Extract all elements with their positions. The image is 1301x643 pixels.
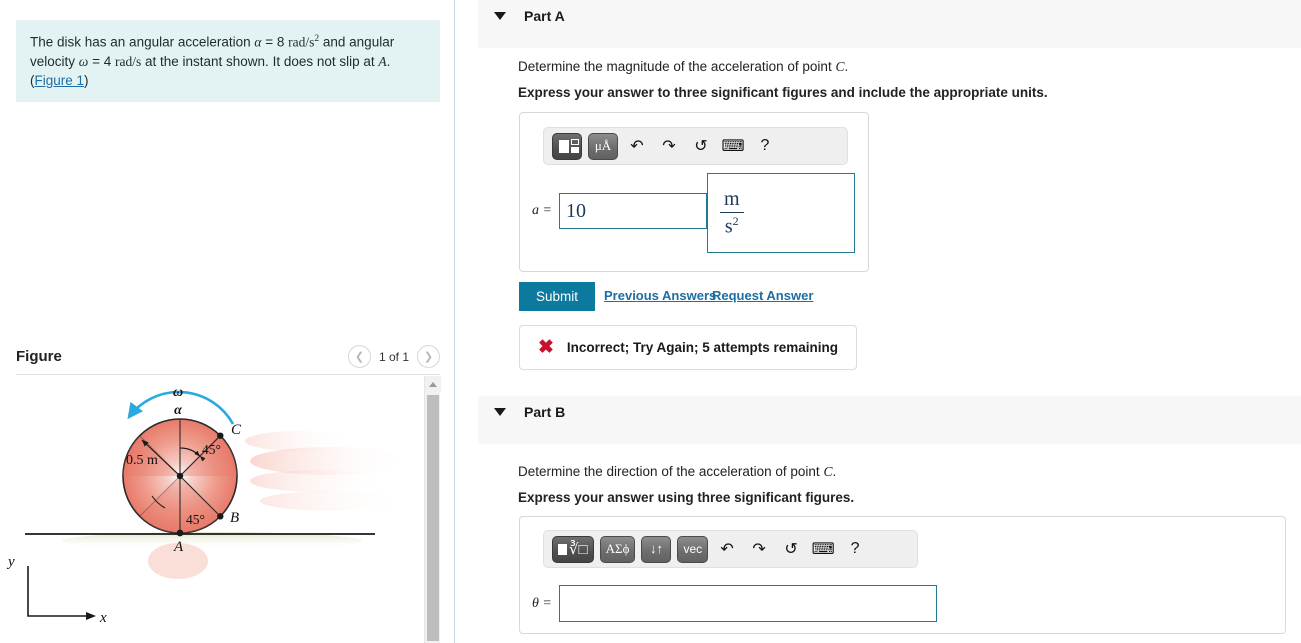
part-b-answer-input[interactable] [558, 585, 937, 622]
scrollbar-thumb[interactable] [427, 395, 439, 641]
alpha-unit: rad/s [288, 34, 315, 50]
alpha-label: α [174, 403, 182, 418]
unit-numerator: m [724, 187, 740, 210]
axis-lines [27, 566, 90, 617]
part-b-answer-row: θ = [532, 585, 937, 622]
part-a-instruction: Express your answer to three significant… [518, 85, 1048, 100]
feedback-message: Incorrect; Try Again; 5 attempts remaini… [566, 340, 838, 355]
axis-x-label: x [99, 610, 107, 626]
point-b-dot [217, 513, 224, 520]
part-a-answer-widget: μÅ ↶ ↷ ↺ ⌨ ? a = m s2 [519, 112, 869, 272]
main-panel: Part A Determine the magnitude of the ac… [456, 0, 1301, 643]
part-a-submit-button[interactable]: Submit [519, 282, 596, 311]
part-a-answer-input[interactable] [558, 193, 707, 229]
part-a-request-answer-link[interactable]: Request Answer [712, 288, 813, 303]
redo-icon[interactable]: ↷ [656, 134, 682, 159]
figure-link-close-paren: ) [84, 72, 89, 88]
fraction-bar [720, 211, 744, 213]
problem-text-4: . [386, 53, 391, 69]
arrows-button[interactable]: ↓↑ [641, 535, 672, 563]
scroll-up-arrow-icon[interactable] [425, 376, 441, 393]
part-a-answer-row: a = [532, 193, 707, 229]
caret-down-icon[interactable] [494, 12, 506, 20]
part-a-question-text: Determine the magnitude of the accelerat… [518, 59, 836, 74]
part-a-question: Determine the magnitude of the accelerat… [518, 59, 848, 75]
alpha-equals: = 8 [261, 34, 289, 50]
part-b-header[interactable]: Part B [478, 396, 1301, 444]
angle-bottom-label: 45° [186, 512, 205, 527]
figure-page-label: 1 of 1 [378, 349, 409, 364]
part-a-variable-label: a = [532, 203, 552, 218]
axis-y-label: y [6, 554, 15, 570]
problem-statement-box: The disk has an angular acceleration α =… [16, 20, 440, 102]
vector-button[interactable]: vec [677, 535, 709, 563]
part-b-toolbar: ∛□ ΑΣϕ ↓↑ vec ↶ ↷ ↺ ⌨ ? [543, 530, 918, 568]
units-button[interactable]: μÅ [588, 132, 618, 160]
figure-prev-button[interactable]: ❮ [347, 345, 371, 368]
radius-label: 0.5 m [126, 453, 158, 468]
unit-fraction: m s2 [720, 187, 744, 238]
sqrt-template-button[interactable]: ∛□ [552, 535, 594, 563]
omega-symbol: ω [78, 53, 89, 69]
part-b-label: Part B [524, 404, 566, 420]
reset-icon[interactable]: ↺ [688, 134, 714, 159]
figure-title: Figure [16, 348, 62, 365]
part-b-variable-label: θ = [532, 595, 552, 611]
disk-diagram: ω α 0.5 m 45° 45° C B A y x [6, 385, 410, 626]
part-b-question-period: . [832, 464, 837, 479]
keyboard-icon[interactable]: ⌨ [810, 537, 836, 562]
angle-top-label: 45° [202, 442, 221, 457]
redo-icon[interactable]: ↷ [746, 537, 772, 562]
keyboard-icon[interactable]: ⌨ [720, 134, 746, 159]
part-b-question: Determine the direction of the accelerat… [518, 464, 836, 480]
part-a-unit-box[interactable]: m s2 [707, 173, 855, 253]
reset-icon[interactable]: ↺ [778, 537, 804, 562]
template-button[interactable] [552, 132, 582, 160]
point-a-label: A [173, 539, 184, 555]
point-a-dot [176, 529, 184, 537]
figure-header: Figure ❮ 1 of 1 ❯ [16, 340, 440, 373]
part-b-question-text: Determine the direction of the accelerat… [518, 464, 824, 479]
figure-pager: ❮ 1 of 1 ❯ [347, 345, 440, 368]
unit-denominator-base: s [724, 215, 733, 238]
figure-divider [16, 374, 440, 375]
left-panel: The disk has an angular acceleration α =… [0, 0, 455, 643]
omega-label: ω [173, 385, 183, 400]
caret-down-icon[interactable] [494, 408, 506, 416]
undo-icon[interactable]: ↶ [714, 537, 740, 562]
point-b-label: B [230, 510, 239, 526]
point-c-dot [217, 432, 224, 439]
part-a-question-period: . [844, 59, 849, 74]
help-icon[interactable]: ? [842, 537, 868, 562]
part-a-toolbar: μÅ ↶ ↷ ↺ ⌨ ? [543, 127, 848, 165]
point-a-reference: A [378, 53, 387, 69]
problem-text-3: at the instant shown. It does not slip a… [141, 53, 379, 69]
incorrect-x-icon: ✖ [538, 337, 554, 358]
figure-next-button[interactable]: ❯ [417, 345, 440, 368]
part-b-answer-widget: ∛□ ΑΣϕ ↓↑ vec ↶ ↷ ↺ ⌨ ? θ = [519, 516, 1286, 634]
part-a-previous-answers-link[interactable]: Previous Answers [604, 288, 716, 303]
omega-equals: = 4 [88, 53, 115, 69]
omega-unit: rad/s [114, 53, 142, 69]
undo-icon[interactable]: ↶ [624, 134, 650, 159]
part-a-header[interactable]: Part A [478, 0, 1301, 48]
help-icon[interactable]: ? [752, 134, 778, 159]
figure-scrollbar[interactable] [424, 376, 441, 643]
figure-viewport: ω α 0.5 m 45° 45° C B A y x [0, 376, 424, 643]
unit-denominator: s2 [721, 213, 743, 238]
part-b-instruction: Express your answer using three signific… [518, 490, 855, 505]
part-a-feedback-box: ✖ Incorrect; Try Again; 5 attempts remai… [519, 325, 857, 370]
point-c-label: C [231, 422, 242, 438]
unit-denominator-exponent: 2 [732, 213, 739, 228]
greek-symbols-button[interactable]: ΑΣϕ [599, 535, 636, 563]
figure-1-link[interactable]: Figure 1 [35, 73, 85, 88]
problem-text-1: The disk has an angular acceleration [30, 34, 255, 50]
part-a-label: Part A [524, 8, 565, 24]
